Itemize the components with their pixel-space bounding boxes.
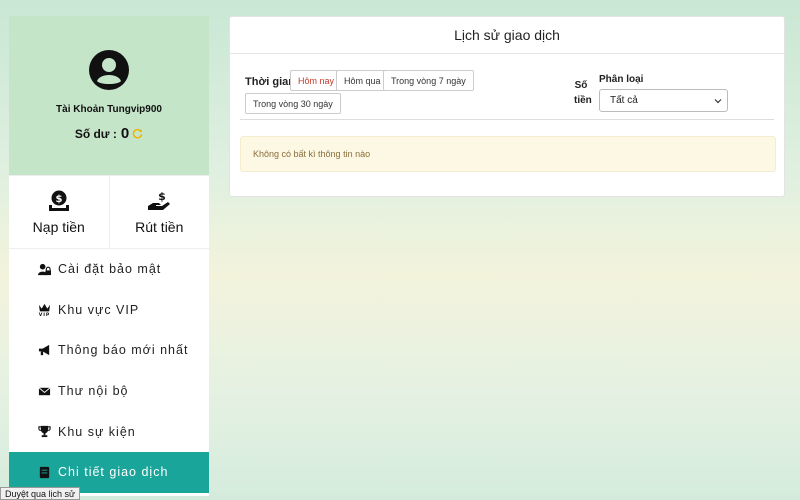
empty-state-alert: Không có bất kì thông tin nào [240,136,776,172]
menu-item-label: Cài đặt bảo mật [58,262,162,277]
menu-item-events[interactable]: Khu sự kiện [9,411,209,452]
withdraw-button[interactable]: $ Rút tiền [108,176,210,248]
vip-crown-icon: VIP [39,304,51,316]
transaction-history-panel: Lịch sử giao dịch Thời gian Hôm nay Hôm … [229,16,785,197]
megaphone-icon [38,344,50,356]
browser-status-bar: Duyệt qua lịch sử [0,487,81,500]
chevron-down-icon [714,99,722,104]
balance: Số dư : 0 [75,125,143,142]
profile-card: Tài Khoản Tungvip900 Số dư : 0 [9,16,209,175]
menu-item-vip[interactable]: VIP Khu vực VIP [9,290,209,331]
withdraw-label: Rút tiền [135,219,184,235]
page-title: Lịch sử giao dịch [230,17,784,54]
time-filter-today[interactable]: Hôm nay [290,70,343,91]
menu-item-label: Chi tiết giao dịch [58,465,169,480]
time-filter-30-days[interactable]: Trong vòng 30 ngày [245,93,341,114]
sidebar: Tài Khoản Tungvip900 Số dư : 0 $ Nạp tiề… [9,16,209,496]
receipt-icon [39,466,50,478]
category-label: Phân loại [599,74,644,85]
withdraw-money-icon: $ [148,190,171,210]
deposit-label: Nạp tiền [32,219,85,235]
money-actions: $ Nạp tiền $ Rút tiền [9,175,209,249]
menu-item-label: Khu vực VIP [58,302,140,317]
svg-text:$: $ [55,194,62,205]
svg-text:VIP: VIP [39,312,50,316]
sidebar-menu: Cài đặt bảo mật VIP Khu vực VIP Thông bá… [9,249,209,493]
menu-item-notifications[interactable]: Thông báo mới nhất [9,330,209,371]
menu-item-security[interactable]: Cài đặt bảo mật [9,249,209,290]
time-filter-yesterday[interactable]: Hôm qua [336,70,389,91]
user-lock-icon [38,263,51,275]
menu-item-label: Khu sự kiện [58,424,136,439]
filter-bar: Thời gian Hôm nay Hôm qua Trong vòng 7 n… [240,54,774,120]
account-name: Tài Khoản Tungvip900 [56,104,162,115]
trophy-icon [38,426,51,438]
balance-value: 0 [120,125,130,142]
refresh-icon[interactable] [132,128,143,139]
category-selected-value: Tất cả [610,95,638,106]
menu-item-inbox[interactable]: Thư nội bộ [9,371,209,412]
user-avatar-icon [89,50,129,90]
menu-item-label: Thông báo mới nhất [58,343,189,358]
amount-filter-label: Số tiền [574,80,592,106]
time-filter-label: Thời gian [245,76,295,88]
menu-item-label: Thư nội bộ [58,384,129,399]
category-select[interactable]: Tất cả [599,89,728,112]
deposit-button[interactable]: $ Nạp tiền [9,176,109,248]
balance-label: Số dư : [74,126,117,141]
deposit-money-icon: $ [48,190,69,211]
svg-text:$: $ [158,190,166,203]
time-filter-7-days[interactable]: Trong vòng 7 ngày [383,70,474,91]
envelope-icon [38,387,51,395]
